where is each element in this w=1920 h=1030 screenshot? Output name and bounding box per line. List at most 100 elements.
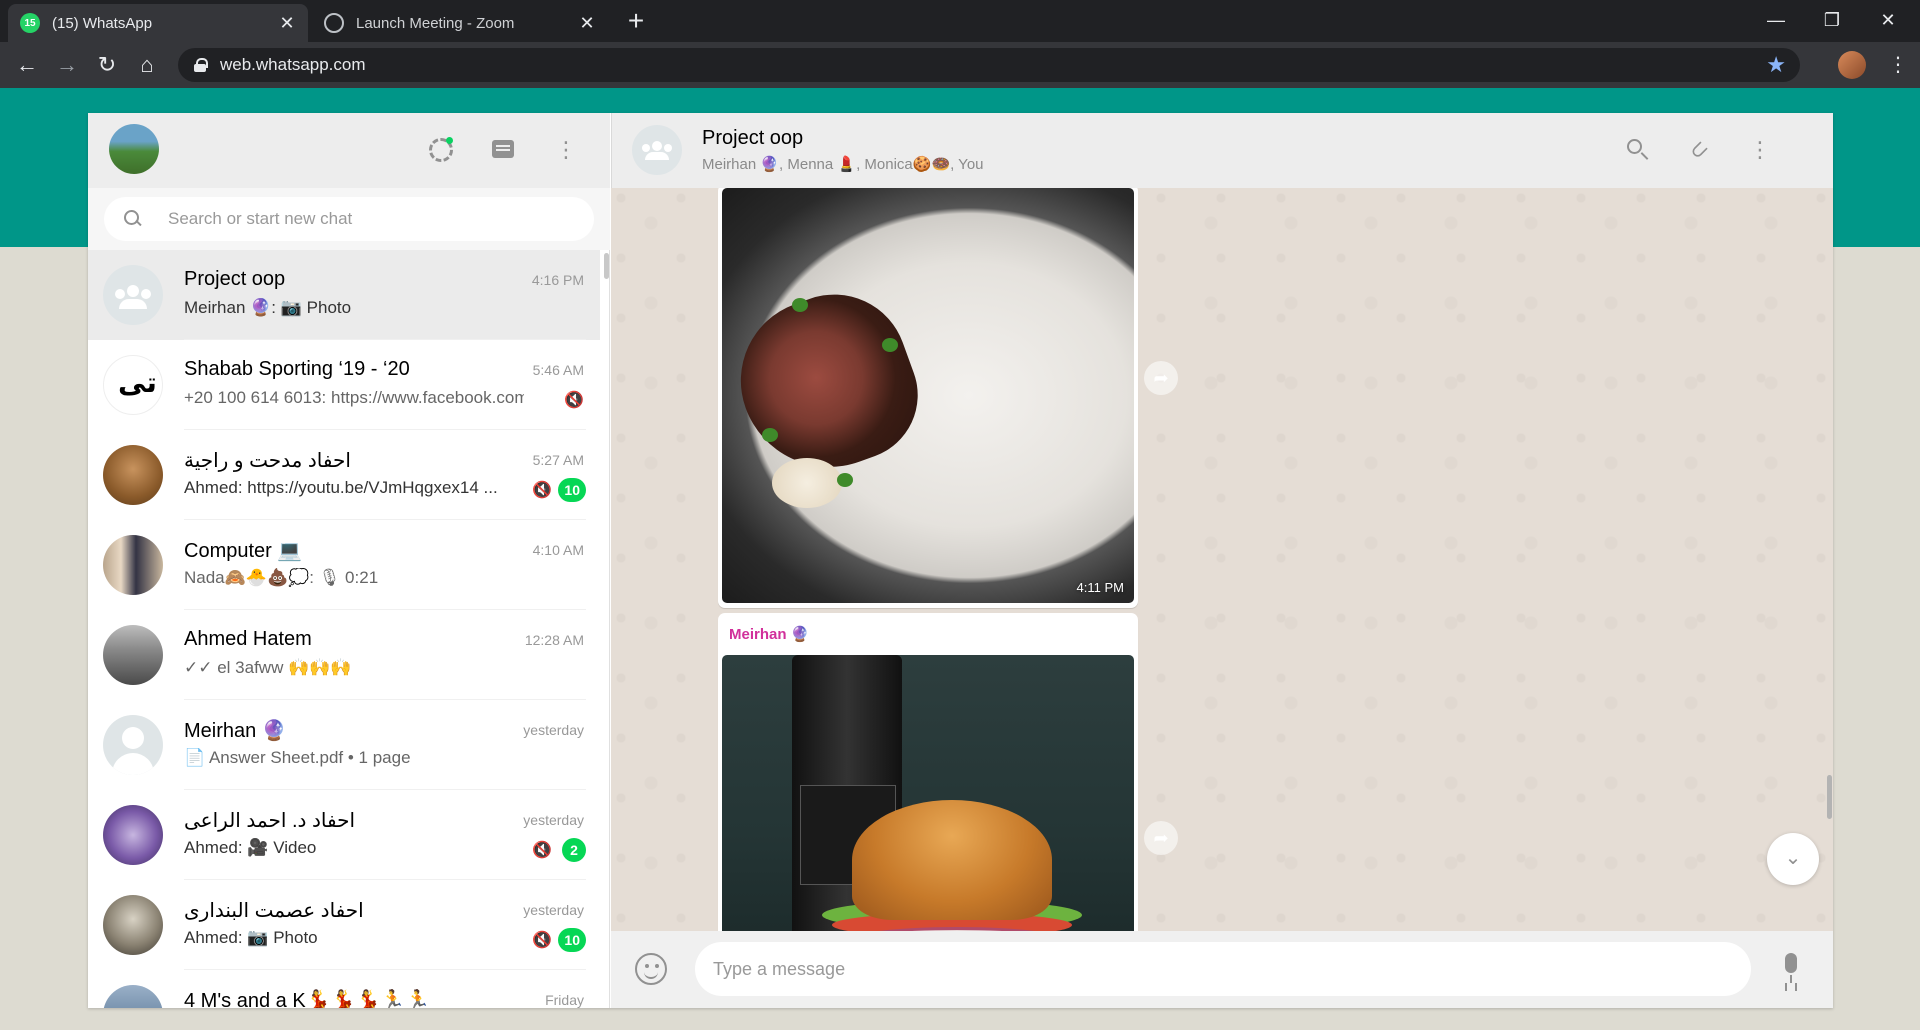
chat-time: 5:27 AM bbox=[532, 452, 584, 468]
chat-time: Friday bbox=[545, 992, 584, 1008]
sender-name: Meirhan 🔮 bbox=[729, 626, 810, 643]
chat-list-scrollbar[interactable] bbox=[604, 253, 609, 279]
chat-list: Project oop 4:16 PM Meirhan 🔮: 📷 Photo ت… bbox=[88, 250, 610, 1008]
attach-icon[interactable]: ⊂ bbox=[1678, 129, 1720, 171]
chat-avatar: تى bbox=[103, 355, 163, 415]
forward-icon[interactable]: → bbox=[52, 50, 82, 80]
reload-icon[interactable]: ↻ bbox=[92, 50, 122, 80]
chat-time: 4:10 AM bbox=[532, 542, 584, 558]
close-tab-icon[interactable]: ✕ bbox=[578, 13, 596, 34]
chat-preview: Nada🙈🐣💩💭: 🎙 0:21 bbox=[184, 568, 379, 587]
muted-icon: 🔇 bbox=[532, 932, 552, 949]
chat-name: Shabab Sporting ‘19 - ‘20 bbox=[184, 358, 410, 380]
chat-avatar bbox=[103, 445, 163, 505]
chat-name: Computer 💻 bbox=[184, 540, 303, 562]
default-avatar bbox=[103, 715, 163, 775]
forward-icon[interactable]: ➦ bbox=[1144, 361, 1178, 395]
restore-icon[interactable]: ❐ bbox=[1804, 0, 1860, 42]
group-avatar bbox=[103, 265, 163, 325]
chat-time: 4:16 PM bbox=[531, 272, 584, 288]
photo-message[interactable]: 4:11 PM bbox=[718, 188, 1138, 608]
conversation-header[interactable]: Project oop Meirhan 🔮, Menna 💄, Monica🍪🍩… bbox=[611, 113, 1833, 188]
chat-item-shabab-sporting[interactable]: تى Shabab Sporting ‘19 - ‘20 5:46 AM +20… bbox=[88, 340, 600, 430]
unread-badge: 10 bbox=[558, 478, 586, 502]
chat-preview: Ahmed: https://youtu.be/VJmHqgxex14 ... bbox=[184, 478, 498, 497]
browser-tab-bar: 15 (15) WhatsApp ✕ Launch Meeting - Zoom… bbox=[0, 0, 1920, 42]
chat-item-ahfad-ahmed-elraie[interactable]: احفاد د. احمد الراعى yesterday Ahmed: 🎥 … bbox=[88, 790, 600, 880]
whatsapp-app: ⋮ Project oop 4:16 PM Meirhan 🔮: 📷 Photo bbox=[88, 113, 1833, 1008]
chrome-menu-icon[interactable]: ⋮ bbox=[1888, 50, 1908, 80]
message-time: 4:11 PM bbox=[1076, 580, 1124, 595]
chat-time: yesterday bbox=[523, 812, 584, 828]
chat-preview: ✓✓ el 3afww 🙌🙌🙌 bbox=[184, 658, 352, 677]
home-icon[interactable]: ⌂ bbox=[132, 50, 162, 80]
search-messages-icon[interactable] bbox=[1622, 135, 1652, 165]
profile-avatar[interactable] bbox=[1838, 51, 1866, 79]
tab-title: (15) WhatsApp bbox=[52, 14, 153, 32]
chat-item-4ms-and-a-k[interactable]: 4 M's and a K💃💃💃🏃🏃 Friday bbox=[88, 970, 600, 1008]
chat-name: 4 M's and a K💃💃💃🏃🏃 bbox=[184, 990, 431, 1008]
close-tab-icon[interactable]: ✕ bbox=[278, 13, 296, 34]
search-icon[interactable] bbox=[124, 210, 142, 228]
whatsapp-favicon-icon: 15 bbox=[20, 13, 40, 33]
unread-badge: 2 bbox=[562, 838, 586, 862]
status-icon[interactable] bbox=[426, 135, 456, 165]
menu-icon[interactable]: ⋮ bbox=[551, 135, 581, 165]
chat-name: احفاد عصمت البندارى bbox=[184, 900, 364, 922]
tab-whatsapp[interactable]: 15 (15) WhatsApp ✕ bbox=[8, 4, 308, 42]
forward-icon[interactable]: ➦ bbox=[1144, 821, 1178, 855]
chat-avatar bbox=[103, 895, 163, 955]
microphone-icon[interactable] bbox=[1779, 953, 1803, 987]
chat-avatar bbox=[103, 625, 163, 685]
chat-preview: Ahmed: 📷 Photo bbox=[184, 928, 318, 947]
search-container bbox=[88, 188, 610, 250]
chat-item-project-oop[interactable]: Project oop 4:16 PM Meirhan 🔮: 📷 Photo bbox=[88, 250, 600, 340]
chat-name: Ahmed Hatem bbox=[184, 628, 312, 650]
browser-toolbar: ← → ↻ ⌂ web.whatsapp.com ★ ⋮ bbox=[0, 42, 1920, 88]
chat-item-ahmed-hatem[interactable]: Ahmed Hatem 12:28 AM ✓✓ el 3afww 🙌🙌🙌 bbox=[88, 610, 600, 700]
sidebar-header: ⋮ bbox=[88, 113, 610, 188]
unread-badge: 10 bbox=[558, 928, 586, 952]
chat-name: Meirhan 🔮 bbox=[184, 720, 287, 742]
back-icon[interactable]: ← bbox=[12, 50, 42, 80]
bookmark-star-icon[interactable]: ★ bbox=[1766, 52, 1786, 78]
muted-icon: 🔇 bbox=[532, 842, 552, 859]
new-chat-icon[interactable] bbox=[488, 135, 518, 165]
chat-item-computer[interactable]: Computer 💻 4:10 AM Nada🙈🐣💩💭: 🎙 0:21 bbox=[88, 520, 600, 610]
chat-preview: 📄 Answer Sheet.pdf • 1 page bbox=[184, 748, 411, 767]
chat-avatar bbox=[103, 985, 163, 1008]
conversation-members: Meirhan 🔮, Menna 💄, Monica🍪🍩, You bbox=[702, 156, 984, 173]
photo-message[interactable]: Meirhan 🔮 bbox=[718, 613, 1138, 931]
message-area[interactable]: 4:11 PM ➦ Meirhan 🔮 ➦ ⌄ bbox=[611, 188, 1833, 931]
scroll-down-button[interactable]: ⌄ bbox=[1767, 833, 1819, 885]
search-box[interactable] bbox=[104, 197, 594, 241]
chat-preview: Meirhan 🔮: 📷 Photo bbox=[184, 298, 352, 317]
conversation-pane: Project oop Meirhan 🔮, Menna 💄, Monica🍪🍩… bbox=[611, 113, 1833, 1008]
messages-scrollbar[interactable] bbox=[1827, 775, 1832, 819]
new-tab-button[interactable]: + bbox=[622, 7, 650, 36]
photo-burger-image[interactable] bbox=[722, 655, 1134, 931]
globe-favicon-icon bbox=[324, 13, 344, 33]
my-avatar[interactable] bbox=[109, 124, 159, 174]
close-window-icon[interactable]: ✕ bbox=[1860, 0, 1916, 42]
group-avatar[interactable] bbox=[632, 125, 682, 175]
url-text: web.whatsapp.com bbox=[220, 55, 366, 74]
tab-zoom[interactable]: Launch Meeting - Zoom ✕ bbox=[312, 4, 608, 42]
chat-item-ahfad-medhat[interactable]: احفاد مدحت و راجية 5:27 AM Ahmed: https:… bbox=[88, 430, 600, 520]
tab-title: Launch Meeting - Zoom bbox=[356, 14, 515, 32]
search-input[interactable] bbox=[168, 209, 594, 229]
address-bar[interactable]: web.whatsapp.com ★ bbox=[178, 48, 1800, 82]
chat-preview: +20 100 614 6013: https://www.facebook.c… bbox=[184, 388, 524, 407]
minimize-icon[interactable]: — bbox=[1748, 0, 1804, 42]
message-input-box[interactable] bbox=[695, 942, 1751, 996]
message-input[interactable] bbox=[713, 958, 1751, 980]
chat-preview: Ahmed: 🎥 Video bbox=[184, 838, 317, 857]
chat-item-meirhan[interactable]: Meirhan 🔮 yesterday 📄 Answer Sheet.pdf •… bbox=[88, 700, 600, 790]
menu-icon[interactable]: ⋮ bbox=[1745, 135, 1775, 165]
chat-name: احفاد مدحت و راجية bbox=[184, 450, 351, 472]
chat-item-ahfad-esmat[interactable]: احفاد عصمت البندارى yesterday Ahmed: 📷 P… bbox=[88, 880, 600, 970]
emoji-icon[interactable] bbox=[635, 953, 667, 985]
chat-time: yesterday bbox=[523, 902, 584, 918]
chat-name: احفاد د. احمد الراعى bbox=[184, 810, 355, 832]
photo-steak-image[interactable]: 4:11 PM bbox=[722, 188, 1134, 603]
